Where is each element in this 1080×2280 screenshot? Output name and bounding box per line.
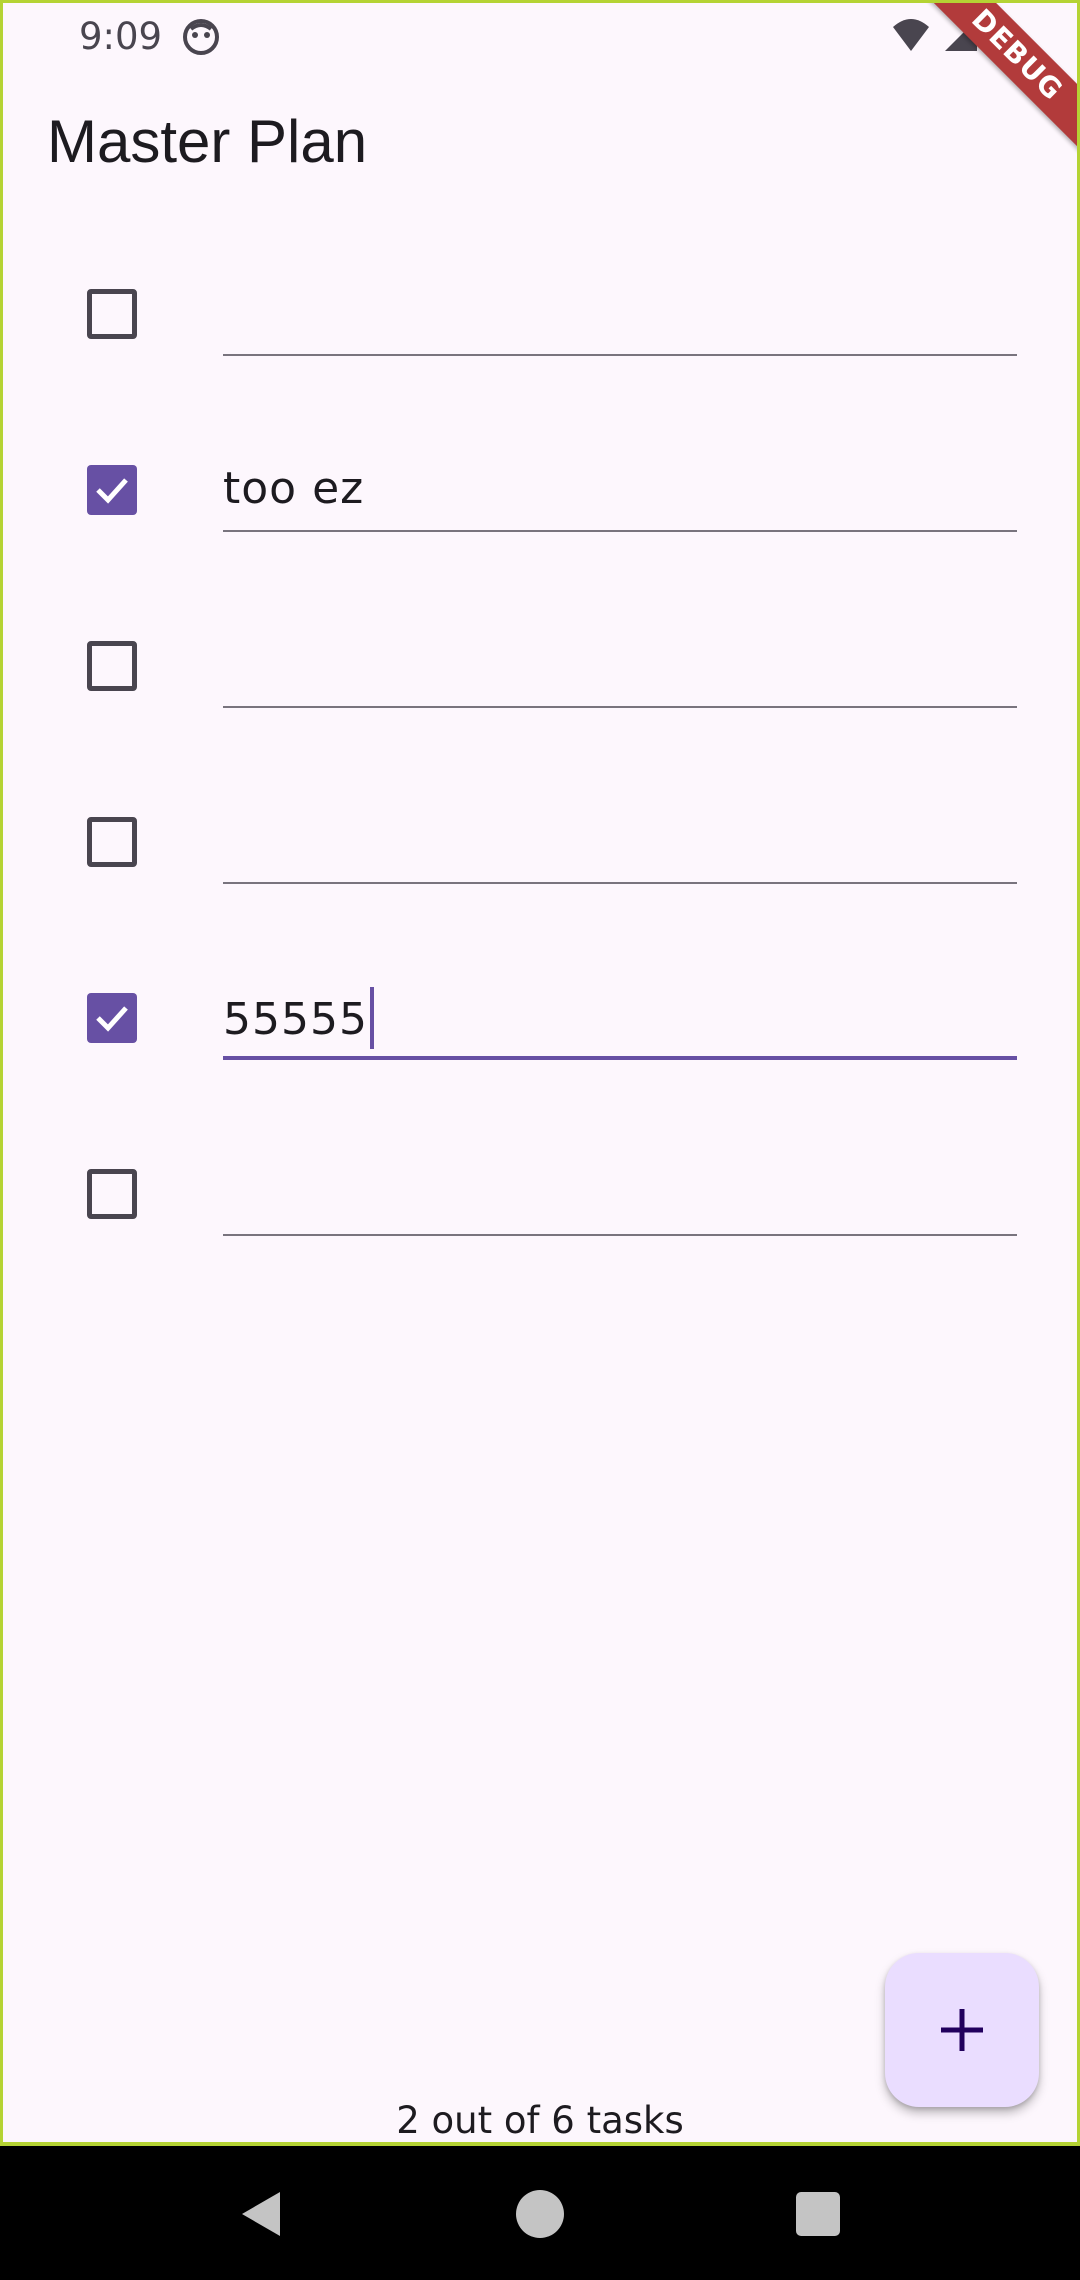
status-time: 9:09 (79, 15, 163, 58)
text-cursor (369, 987, 374, 1049)
task-text-field[interactable] (223, 799, 1017, 884)
task-row: 55555 (3, 945, 1077, 1121)
task-row (3, 593, 1077, 769)
task-checkbox[interactable] (87, 1169, 137, 1219)
home-icon[interactable] (512, 2186, 568, 2242)
task-text-field[interactable]: too ez (223, 447, 1017, 532)
task-checkbox[interactable] (87, 993, 137, 1043)
task-checkbox[interactable] (87, 289, 137, 339)
back-icon[interactable] (234, 2186, 290, 2242)
app-screen: 9:09 DEBUG Master Plan too ez 55555 2 ou… (0, 0, 1080, 2146)
task-text-field[interactable]: 55555 (223, 975, 1017, 1060)
wifi-icon (891, 15, 931, 60)
recents-icon[interactable] (790, 2186, 846, 2242)
task-row: too ez (3, 417, 1077, 593)
status-bar: 9:09 (3, 3, 1077, 73)
checkmark-icon (96, 1006, 128, 1032)
app-notification-icon (181, 17, 221, 57)
checkmark-icon (96, 478, 128, 504)
navigation-bar (0, 2146, 1080, 2280)
task-checkbox[interactable] (87, 817, 137, 867)
task-count: 2 out of 6 tasks (396, 2099, 684, 2142)
task-text-field[interactable] (223, 623, 1017, 708)
add-task-button[interactable] (885, 1953, 1039, 2107)
task-row (3, 241, 1077, 417)
task-text-field[interactable] (223, 271, 1017, 356)
task-row (3, 769, 1077, 945)
task-checkbox[interactable] (87, 641, 137, 691)
plus-icon (941, 2009, 983, 2051)
task-row (3, 1121, 1077, 1297)
task-text: too ez (223, 463, 365, 514)
page-title: Master Plan (47, 108, 368, 175)
task-checkbox[interactable] (87, 465, 137, 515)
task-text: 55555 (223, 987, 374, 1053)
task-text-field[interactable] (223, 1151, 1017, 1236)
